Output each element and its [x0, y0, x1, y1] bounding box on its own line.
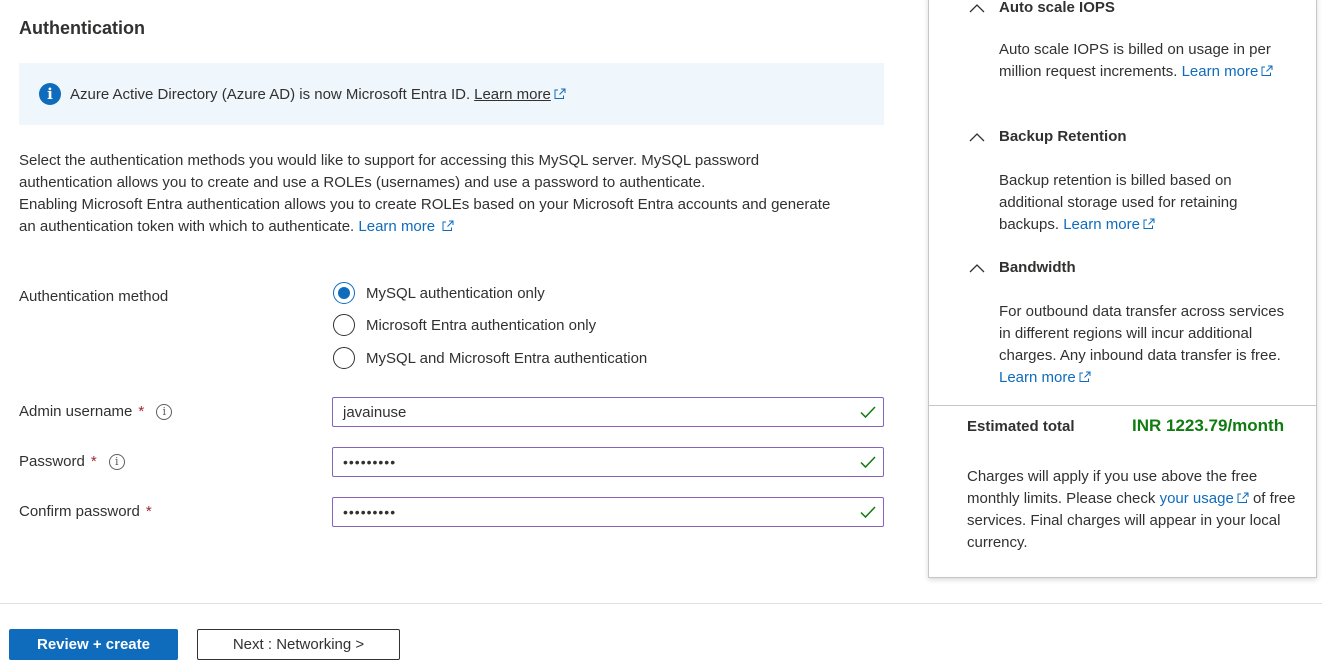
info-tooltip-icon[interactable]: i — [108, 453, 125, 470]
password-input[interactable]: ••••••••• — [332, 447, 884, 477]
next-networking-button[interactable]: Next : Networking > — [197, 629, 400, 660]
external-link-icon — [1237, 492, 1249, 503]
footer-divider — [0, 603, 1322, 604]
backup-learn-more-link[interactable]: Learn more — [1063, 216, 1155, 233]
chevron-up-icon — [969, 263, 985, 272]
external-link-icon — [1143, 218, 1155, 229]
bandwidth-learn-more-link[interactable]: Learn more — [999, 369, 1091, 386]
backup-text: Backup retention is billed based on addi… — [999, 172, 1238, 233]
info-banner: i Azure Active Directory (Azure AD) is n… — [19, 63, 884, 125]
review-create-button[interactable]: Review + create — [9, 629, 178, 660]
info-text: Azure Active Directory (Azure AD) is now… — [70, 85, 471, 103]
accordion-backup-retention[interactable]: Backup Retention — [969, 128, 1127, 145]
section-title: Authentication — [19, 18, 145, 38]
estimated-total-label: Estimated total — [967, 418, 1075, 435]
info-tooltip-icon[interactable]: i — [156, 403, 173, 420]
external-link-icon — [1261, 65, 1273, 76]
radio-mysql-and-entra[interactable]: MySQL and Microsoft Entra authentication — [333, 347, 647, 369]
auto-scale-text: Auto scale IOPS is billed on usage in pe… — [999, 39, 1289, 83]
cost-summary-panel: Auto scale IOPS Auto scale IOPS is bille… — [928, 0, 1317, 578]
password-label: Password * i — [19, 453, 125, 470]
bandwidth-text: For outbound data transfer across servic… — [999, 303, 1285, 386]
radio-mysql-only[interactable]: MySQL authentication only — [333, 282, 545, 304]
chevron-up-icon — [969, 3, 985, 12]
charges-note: Charges will apply if you use above the … — [967, 468, 1296, 551]
info-learn-more-link[interactable]: Learn more — [474, 86, 566, 103]
radio-entra-only[interactable]: Microsoft Entra authentication only — [333, 314, 596, 336]
radio-button[interactable] — [333, 282, 355, 304]
admin-username-input[interactable]: javainuse — [332, 397, 884, 427]
confirm-password-input[interactable]: ••••••••• — [332, 497, 884, 527]
accordion-bandwidth[interactable]: Bandwidth — [969, 259, 1076, 276]
checkmark-icon — [860, 506, 876, 519]
info-icon: i — [39, 83, 61, 105]
auth-description: Select the authentication methods you wo… — [19, 152, 831, 235]
confirm-password-label: Confirm password * — [19, 503, 152, 520]
checkmark-icon — [860, 406, 876, 419]
description-learn-more-link[interactable]: Learn more — [358, 218, 454, 235]
accordion-auto-scale[interactable]: Auto scale IOPS — [969, 0, 1115, 16]
radio-button[interactable] — [333, 347, 355, 369]
external-link-icon — [554, 88, 566, 99]
auto-scale-learn-more-link[interactable]: Learn more — [1182, 63, 1274, 80]
external-link-icon — [1079, 371, 1091, 382]
chevron-up-icon — [969, 132, 985, 141]
estimated-total-value: INR 1223.79/month — [1132, 416, 1285, 435]
auth-method-label: Authentication method — [19, 288, 169, 305]
radio-button[interactable] — [333, 314, 355, 336]
external-link-icon — [442, 220, 454, 231]
panel-divider — [929, 405, 1316, 406]
your-usage-link[interactable]: your usage — [1160, 490, 1249, 507]
checkmark-icon — [860, 456, 876, 469]
admin-username-label: Admin username * i — [19, 403, 173, 420]
